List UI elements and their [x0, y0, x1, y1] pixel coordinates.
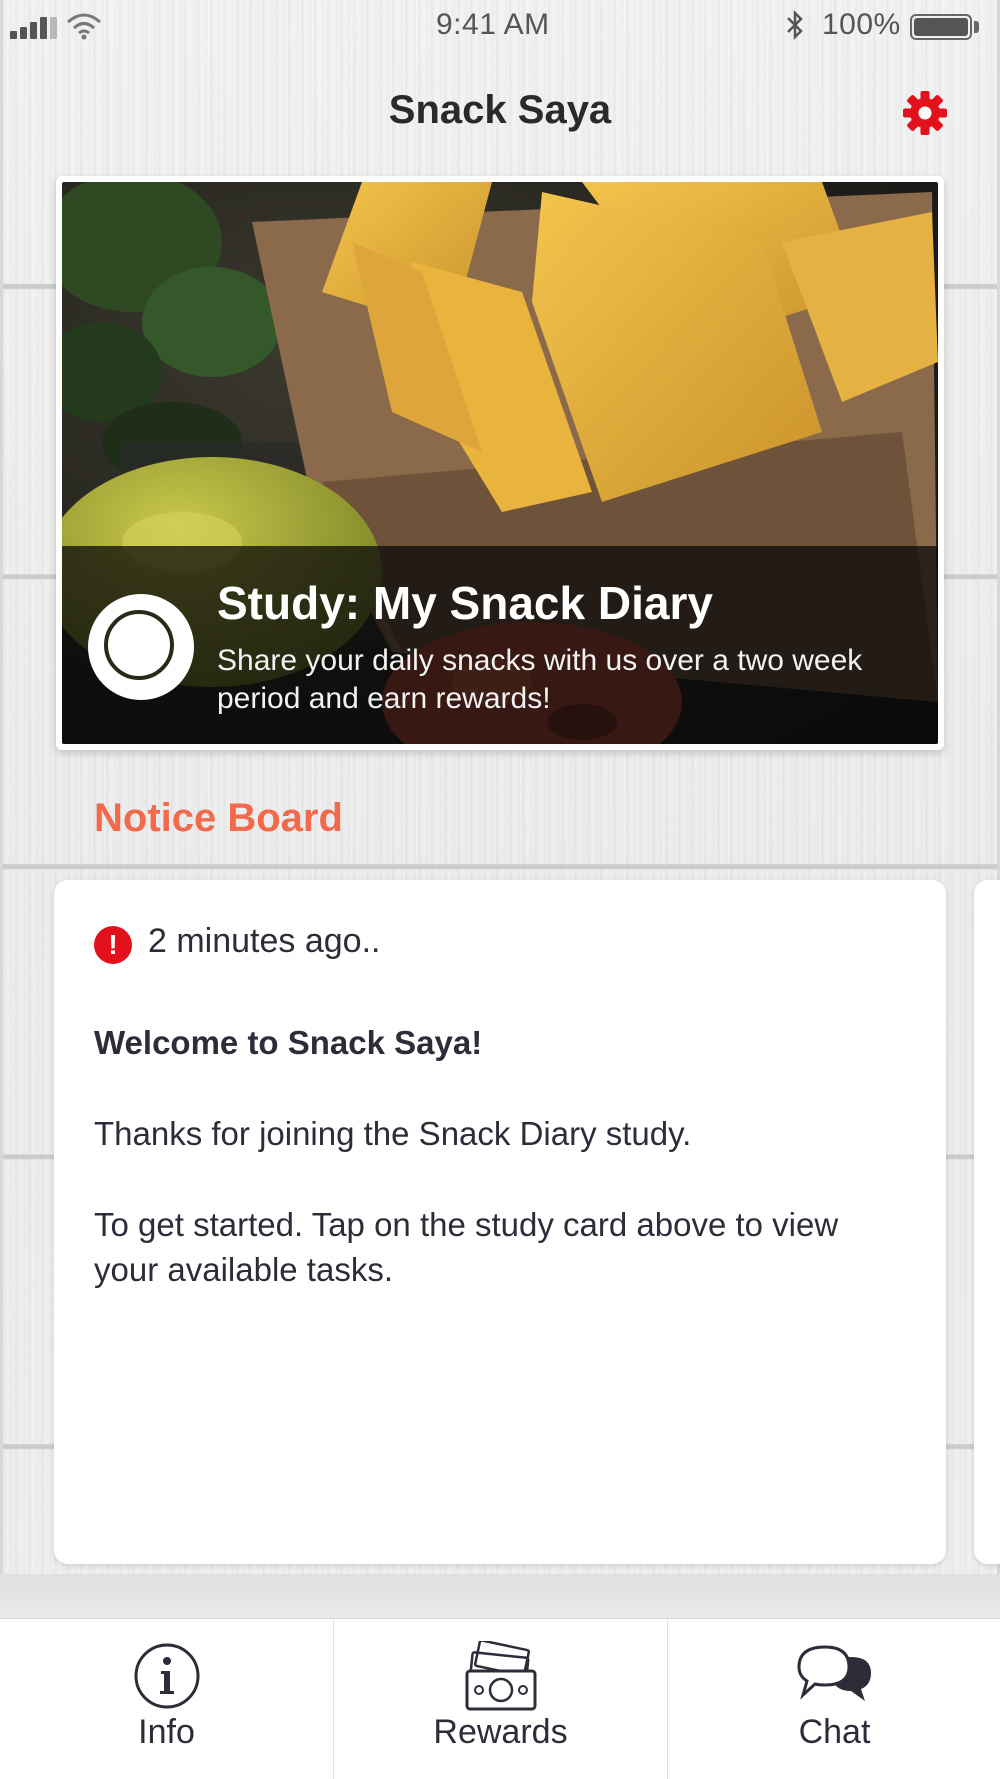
status-time: 9:41 AM [436, 8, 550, 41]
study-description: Share your daily snacks with us over a t… [217, 644, 863, 715]
battery-percent: 100% [822, 8, 901, 41]
alert-icon: ! [94, 926, 132, 964]
battery-icon [910, 14, 972, 40]
info-icon [134, 1643, 199, 1709]
gear-icon[interactable] [902, 90, 948, 136]
notice-paragraph: Thanks for joining the Snack Diary study… [94, 1115, 692, 1152]
chat-bubbles-icon [796, 1645, 871, 1701]
status-bar: 9:41 AM 100% [0, 0, 1000, 50]
notice-board-title: Notice Board [94, 796, 343, 840]
study-progress-ring [88, 594, 194, 700]
study-title: Study: My Snack Diary [217, 577, 713, 629]
tab-info[interactable]: Info [0, 1619, 333, 1779]
signal-icon [10, 15, 60, 39]
battery-nub [974, 21, 979, 33]
tab-bar: Info Rewards Chat [0, 1618, 1000, 1779]
tab-rewards[interactable]: Rewards [334, 1619, 667, 1779]
tab-chat-label: Chat [798, 1713, 871, 1751]
notice-timestamp: 2 minutes ago.. [148, 922, 381, 960]
app-title: Snack Saya [388, 88, 612, 132]
wifi-icon [67, 13, 101, 40]
notice-card[interactable]: ! 2 minutes ago.. Welcome to Snack Saya!… [54, 880, 946, 1564]
notice-heading: Welcome to Snack Saya! [94, 1024, 483, 1061]
notice-paragraph: To get started. Tap on the study card ab… [94, 1206, 839, 1288]
next-notice-card[interactable] [974, 880, 1000, 1564]
tab-info-label: Info [138, 1713, 195, 1751]
frame-edge-left [0, 0, 3, 1778]
bluetooth-icon [787, 9, 803, 41]
study-card[interactable]: Study: My Snack Diary Share your daily s… [56, 176, 944, 750]
background-strip [0, 1574, 1000, 1618]
tab-rewards-label: Rewards [433, 1713, 568, 1751]
tab-chat[interactable]: Chat [668, 1619, 1000, 1779]
money-icon [465, 1641, 536, 1711]
